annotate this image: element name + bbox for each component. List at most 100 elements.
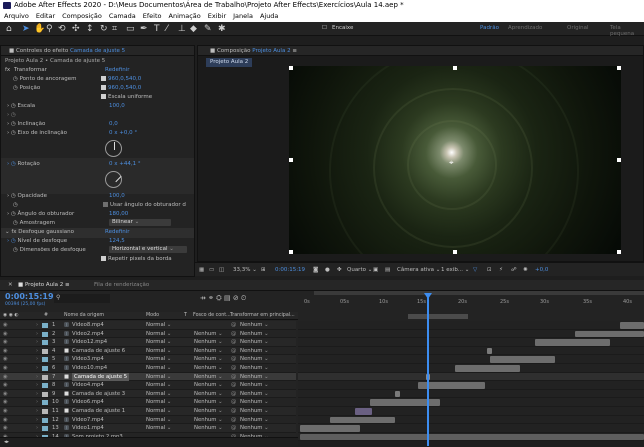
- skew-value[interactable]: 0,0: [109, 120, 118, 129]
- layer-row[interactable]: ◉ › 4 ■ Camada de ajuste 6 Normal ⌄ Nenhum ⌄ @ N…: [0, 346, 296, 356]
- workspace-tela-pequena[interactable]: Tela pequena: [610, 25, 644, 37]
- label-color-swatch[interactable]: [42, 374, 48, 380]
- label-color-swatch[interactable]: [42, 409, 48, 414]
- parent-dropdown[interactable]: Nenhum ⌄: [240, 347, 269, 356]
- skew-axis-value[interactable]: 0 x +0,0 °: [109, 129, 137, 138]
- expand-layer-icon[interactable]: ›: [36, 373, 38, 382]
- menu-item-animacao[interactable]: Animação: [169, 11, 201, 22]
- parent-dropdown[interactable]: Nenhum ⌄: [240, 416, 269, 425]
- effect-controls-tab[interactable]: ■ Controles do efeito Camada de ajuste 5: [1, 46, 194, 56]
- rotation-value[interactable]: 0 x +44,1 °: [109, 160, 141, 169]
- pickwhip-icon[interactable]: @: [231, 398, 236, 407]
- pan-tool-icon[interactable]: ✣: [72, 24, 80, 34]
- layer-mode-dropdown[interactable]: Normal ⌄: [146, 424, 171, 433]
- track-matte-dropdown[interactable]: Nenhum ⌄: [194, 416, 223, 425]
- work-area-bar[interactable]: [314, 291, 644, 295]
- pickwhip-icon[interactable]: @: [231, 390, 236, 399]
- label-color-swatch[interactable]: [42, 366, 48, 371]
- pickwhip-icon[interactable]: @: [231, 424, 236, 433]
- parent-dropdown[interactable]: Nenhum ⌄: [240, 355, 269, 364]
- layer-search-input[interactable]: ⚲: [54, 294, 110, 303]
- layer-row[interactable]: ◉ › 12 ▥ Video7.mp4 Normal ⌄ Nenhum ⌄ @ Nenhum ⌄: [0, 415, 296, 425]
- menu-item-composicao[interactable]: Composição: [62, 11, 102, 22]
- layer-source-name[interactable]: Camada de ajuste 6: [72, 347, 125, 356]
- selection-tool-icon[interactable]: ➤: [22, 24, 30, 34]
- layer-source-name[interactable]: Video2.mp4: [72, 330, 104, 339]
- zoom-tool-icon[interactable]: ⚲: [46, 24, 53, 34]
- composition-subtab[interactable]: Projeto Aula 2: [206, 58, 253, 67]
- layer-duration-bar[interactable]: [487, 347, 492, 355]
- dolly-tool-icon[interactable]: ↕: [86, 24, 94, 34]
- toggle-mask-icon[interactable]: ⊡: [487, 263, 492, 277]
- layer-source-name[interactable]: Video7.mp4: [72, 416, 104, 425]
- track-matte-dropdown[interactable]: Nenhum ⌄: [194, 330, 223, 339]
- blur-reset-link[interactable]: Redefinir: [105, 228, 130, 237]
- layer-row[interactable]: ◉ › 2 ▥ Video2.mp4 Normal ⌄ Nenhum ⌄ @ Nenhum ⌄: [0, 329, 296, 339]
- layer-row[interactable]: ◉ › 8 ▥ Video4.mp4 Normal ⌄ Nenhum ⌄ @ Nenhum ⌄: [0, 381, 296, 390]
- layer-row[interactable]: ◉ › 9 ■ Camada de ajuste 3 Normal ⌄ Nenhum ⌄ @ N…: [0, 389, 296, 399]
- bbox-handle[interactable]: [617, 158, 621, 162]
- track-matte-dropdown[interactable]: Nenhum ⌄: [194, 347, 223, 356]
- layer-duration-bar[interactable]: [490, 356, 555, 363]
- scale-value[interactable]: 100,0: [109, 102, 125, 111]
- current-time-display[interactable]: 0:00:15:19: [275, 263, 305, 277]
- parent-dropdown[interactable]: Nenhum ⌄: [240, 398, 269, 407]
- layer-mode-dropdown[interactable]: Normal ⌄: [146, 364, 171, 373]
- monitor-icon[interactable]: ▭: [209, 263, 214, 277]
- gaussian-blur-header[interactable]: ⌄ fx Desfoque gaussiano Redefinir: [5, 228, 195, 237]
- layer-row[interactable]: ◉ › 3 ▥ Video12.mp4 Normal ⌄ Nenhum ⌄ @ Nenhum ⌄: [0, 338, 296, 347]
- composition-tab[interactable]: ■ Composição Projeto Aula 2 ≡: [198, 46, 643, 56]
- rotation-dial[interactable]: [105, 171, 122, 188]
- layer-mode-dropdown[interactable]: Normal ⌄: [146, 381, 171, 390]
- vr-icon[interactable]: ◫: [219, 263, 224, 277]
- expand-layer-icon[interactable]: ›: [36, 390, 38, 399]
- puppet-tool-icon[interactable]: ✱: [218, 24, 226, 34]
- menu-item-ajuda[interactable]: Ajuda: [260, 11, 278, 22]
- layer-duration-bar[interactable]: [575, 330, 644, 338]
- rectangle-tool-icon[interactable]: ▭: [126, 24, 135, 34]
- region-icon[interactable]: ▣: [373, 263, 378, 277]
- skew-axis-dial[interactable]: [105, 140, 122, 157]
- label-color-swatch[interactable]: [42, 417, 48, 423]
- hand-tool-icon[interactable]: ✋: [34, 24, 45, 34]
- menu-item-arquivo[interactable]: Arquivo: [4, 11, 29, 22]
- parent-dropdown[interactable]: Nenhum ⌄: [240, 390, 269, 399]
- visibility-eye-icon[interactable]: ◉: [3, 338, 8, 347]
- layer-mode-dropdown[interactable]: Normal ⌄: [146, 347, 171, 356]
- workspace-original[interactable]: Original: [567, 25, 589, 31]
- blur-dimensions-dropdown[interactable]: Horizontal e vertical ⌄: [109, 246, 187, 253]
- repeat-edge-row[interactable]: Repetir pixels da borda: [101, 255, 172, 264]
- expand-layer-icon[interactable]: ›: [36, 416, 38, 425]
- layer-source-name[interactable]: Camada de ajuste 1: [72, 407, 125, 416]
- composition-viewer[interactable]: ⌖: [289, 66, 621, 254]
- snapshot-icon[interactable]: ◙: [313, 263, 318, 277]
- label-color-swatch[interactable]: [42, 383, 48, 389]
- always-preview-icon[interactable]: ▦: [199, 263, 204, 277]
- expand-layer-icon[interactable]: ›: [36, 381, 38, 390]
- layer-mode-dropdown[interactable]: Normal ⌄: [146, 416, 171, 425]
- eraser-tool-icon[interactable]: ◆: [190, 24, 197, 34]
- position-value[interactable]: 960,0,540,0: [108, 85, 141, 91]
- flowchart-icon[interactable]: ☍: [511, 263, 517, 277]
- visibility-eye-icon[interactable]: ◉: [3, 373, 8, 382]
- anchor-point-crosshair-icon[interactable]: ⌖: [449, 158, 454, 168]
- visibility-eye-icon[interactable]: ◉: [3, 347, 8, 356]
- layer-duration-bar[interactable]: [395, 390, 400, 398]
- layer-row[interactable]: ◉ › 5 ▥ Video3.mp4 Normal ⌄ Nenhum ⌄ @ Nenhum ⌄: [0, 355, 296, 364]
- layer-source-name[interactable]: Video12.mp4: [72, 338, 107, 347]
- layer-row[interactable]: ◉ › 13 ▥ Video1.mp4 Normal ⌄ Nenhum ⌄ @ Nenhum ⌄: [0, 424, 296, 433]
- reset-exposure-icon[interactable]: ✺: [523, 263, 528, 277]
- expand-layer-icon[interactable]: ›: [36, 330, 38, 339]
- exposure-value[interactable]: +0,0: [535, 263, 548, 277]
- layer-duration-bar[interactable]: [300, 433, 644, 441]
- brush-tool-icon[interactable]: ⁄: [166, 24, 168, 34]
- expand-layer-icon[interactable]: ›: [36, 407, 38, 416]
- visibility-eye-icon[interactable]: ◉: [3, 424, 8, 433]
- expand-layer-icon[interactable]: ›: [36, 355, 38, 364]
- layer-source-name[interactable]: Video8.mp4: [72, 321, 104, 330]
- visibility-eye-icon[interactable]: ◉: [3, 407, 8, 416]
- bbox-handle[interactable]: [453, 250, 457, 254]
- label-color-swatch[interactable]: [42, 400, 48, 406]
- camera-tool-icon[interactable]: ⌗: [112, 24, 117, 34]
- layer-mode-dropdown[interactable]: Normal ⌄: [146, 321, 171, 330]
